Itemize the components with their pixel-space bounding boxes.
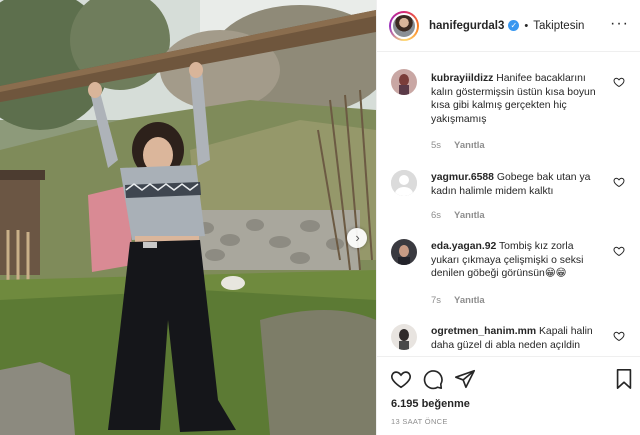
comment-age: 5s (431, 140, 442, 151)
chevron-right-icon: › (355, 230, 360, 245)
follow-status-button[interactable]: Takiptesin (533, 20, 584, 32)
comment-username[interactable]: kubrayiildizz (431, 73, 493, 84)
comment-like-heart-icon[interactable] (613, 76, 625, 88)
comment-body: yagmur.6588 Gobege bak utan ya kadın hal… (431, 171, 603, 198)
comment-meta: 5s Yanıtla (431, 140, 485, 151)
comment-like-heart-icon[interactable] (613, 330, 625, 342)
commenter-avatar[interactable] (391, 239, 417, 265)
post-photo: › (0, 0, 376, 435)
comment-list: kubrayiildizz Hanifee bacaklarını kalın … (377, 53, 640, 355)
reply-button[interactable]: Yanıtla (454, 210, 485, 221)
heart-icon[interactable] (390, 368, 412, 390)
verified-badge-icon: ✓ (508, 20, 520, 31)
reply-button[interactable]: Yanıtla (454, 140, 485, 151)
comment-like-heart-icon[interactable] (613, 176, 625, 188)
carousel-next-button[interactable]: › (347, 228, 367, 248)
comment-icon[interactable] (422, 368, 444, 390)
comment-age: 6s (431, 210, 442, 221)
comment-username[interactable]: yagmur.6588 (431, 172, 494, 183)
comment-body: ogretmen_hanim.mm Kapali halin daha güze… (431, 325, 603, 352)
post-header: hanifegurdal3 ✓ • Takiptesin ··· (377, 0, 640, 52)
post-timestamp: 13 SAAT ÖNCE (391, 417, 448, 426)
comment-meta: 6s Yanıtla (431, 210, 485, 221)
comment-age: 7s (431, 295, 442, 306)
commenter-avatar[interactable] (391, 324, 417, 350)
commenter-avatar[interactable] (391, 170, 417, 196)
comment-username[interactable]: ogretmen_hanim.mm (431, 326, 536, 337)
bookmark-icon[interactable] (613, 368, 635, 390)
post-actions: 6.195 beğenme 13 SAAT ÖNCE (377, 356, 640, 435)
comment-body: kubrayiildizz Hanifee bacaklarını kalın … (431, 72, 603, 126)
author-username[interactable]: hanifegurdal3 (429, 20, 504, 32)
post-photo-scene (0, 0, 376, 435)
paper-plane-icon[interactable] (454, 368, 476, 390)
like-count[interactable]: 6.195 beğenme (391, 398, 470, 410)
more-options-icon[interactable]: ··· (610, 16, 629, 32)
author-avatar[interactable] (389, 10, 419, 41)
comment-like-heart-icon[interactable] (613, 245, 625, 257)
comment-body: eda.yagan.92 Tombiş kız zorla yukarı çık… (431, 240, 603, 281)
commenter-avatar[interactable] (391, 69, 417, 95)
separator-dot: • (524, 19, 529, 32)
post-side-panel: hanifegurdal3 ✓ • Takiptesin ··· kubrayi… (376, 0, 640, 435)
comment-meta: 7s Yanıtla (431, 295, 485, 306)
reply-button[interactable]: Yanıtla (454, 295, 485, 306)
comment-username[interactable]: eda.yagan.92 (431, 241, 496, 252)
